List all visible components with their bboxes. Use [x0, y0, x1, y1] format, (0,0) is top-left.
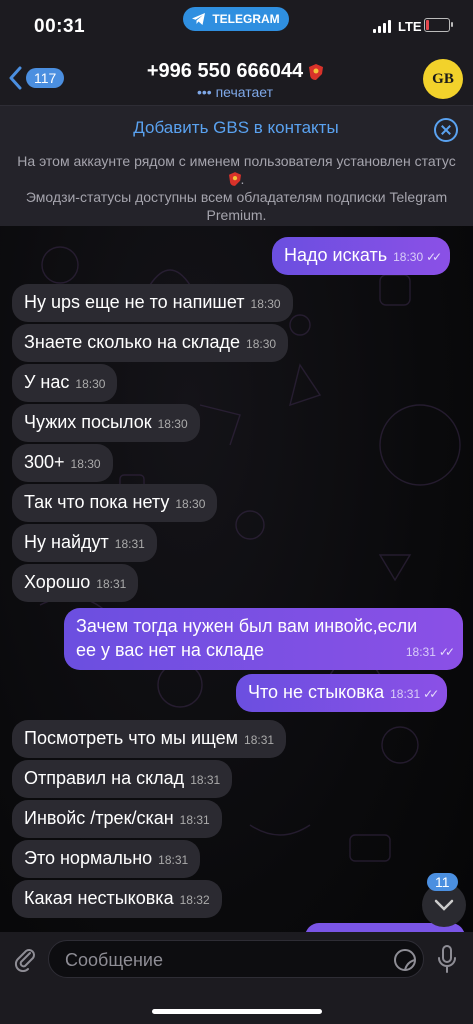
message-text: Отправил на склад	[24, 768, 185, 788]
sticker-icon[interactable]	[393, 948, 417, 972]
top-bar: 00:31 TELEGRAM LTE 117 +996 550 666044 •…	[0, 0, 473, 226]
message-time: 18:31	[405, 645, 436, 659]
message-bubble-incoming[interactable]: Посмотреть что мы ищем 18:31	[12, 720, 287, 758]
message-text: Это нормально	[24, 848, 153, 868]
message-time: 18:30	[75, 377, 106, 391]
message-text: Что не стыковка	[248, 682, 385, 702]
message-text-line2: ее у вас нет на складе	[76, 640, 265, 660]
telegram-pill[interactable]: TELEGRAM	[183, 7, 289, 31]
attach-icon[interactable]	[12, 946, 38, 972]
network-type: LTE	[398, 19, 422, 34]
message-time: 18:31	[244, 733, 275, 747]
message-bubble-incoming[interactable]: У нас 18:30	[12, 364, 118, 402]
message-text: Ну ups еще не то напишет	[24, 292, 245, 312]
message-time: 18:30	[70, 457, 101, 471]
read-checks-icon: ✓✓	[438, 645, 455, 659]
message-bubble-incoming[interactable]: Какая нестыковка 18:32	[12, 880, 222, 918]
chat-title: +996 550 666044	[146, 60, 304, 82]
message-time: 18:31	[158, 853, 189, 867]
typing-label: печатает	[215, 84, 274, 100]
message-text: Чужих посылок	[24, 412, 152, 432]
message-text: У нас	[24, 372, 70, 392]
message-time: 18:32	[179, 893, 210, 907]
avatar[interactable]: GB	[423, 59, 463, 99]
home-indicator	[152, 1009, 322, 1014]
emoji-status-notice: На этом аккаунте рядом с именем пользова…	[10, 152, 463, 224]
message-time: 18:30	[250, 297, 281, 311]
message-text: Хорошо	[24, 572, 91, 592]
message-time: 18:31	[390, 687, 421, 701]
message-input[interactable]: Сообщение	[48, 940, 424, 978]
typing-dots-icon: •••	[196, 84, 212, 100]
battery-icon	[424, 18, 450, 32]
message-text: Посмотреть что мы ищем	[24, 728, 239, 748]
message-bubble-incoming[interactable]: Инвойс /трек/скан 18:31	[12, 800, 222, 838]
message-input-placeholder: Сообщение	[65, 950, 163, 970]
message-text: Ну найдут	[24, 532, 109, 552]
back-button[interactable]: 117	[8, 66, 65, 90]
message-time: 18:31	[179, 813, 210, 827]
message-text: Надо искать	[284, 245, 388, 265]
typing-status: ••• печатает	[120, 84, 350, 100]
emoji-status-icon	[309, 63, 324, 80]
avatar-text: GB	[432, 70, 454, 87]
message-text: Какая нестыковка	[24, 888, 174, 908]
message-time: 18:30	[175, 497, 206, 511]
status-time: 00:31	[34, 16, 86, 37]
message-time: 18:31	[114, 537, 145, 551]
battery-tip	[451, 22, 453, 27]
telegram-plane-icon	[192, 13, 206, 25]
composer-bar: Сообщение	[0, 932, 473, 1024]
unread-count-badge: 11	[427, 873, 458, 891]
status-bar: 00:31 TELEGRAM LTE	[0, 0, 473, 52]
notice-line1: На этом аккаунте рядом с именем пользова…	[17, 153, 456, 169]
notice-line2: Эмодзи-статусы доступны всем обладателям…	[25, 189, 448, 223]
message-time: 18:31	[190, 773, 221, 787]
signal-icon	[373, 20, 391, 33]
telegram-pill-label: TELEGRAM	[212, 12, 280, 26]
message-bubble-incoming[interactable]: Ну ups еще не то напишет 18:30	[12, 284, 293, 322]
message-text-line1: Зачем тогда нужен был вам инвойс,если	[76, 616, 418, 636]
chat-title-area[interactable]: +996 550 666044 ••• печатает	[120, 60, 350, 100]
message-bubble-incoming[interactable]: Это нормально 18:31	[12, 840, 201, 878]
message-bubble-incoming[interactable]: Чужих посылок 18:30	[12, 404, 200, 442]
chevron-left-icon	[9, 66, 22, 90]
message-bubble-incoming[interactable]: Так что пока нету 18:30	[12, 484, 218, 522]
add-contact-banner: Добавить GBS в контакты На этом аккаунте…	[0, 105, 473, 226]
message-text: Инвойс /трек/скан	[24, 808, 174, 828]
message-bubble-incoming[interactable]: Отправил на склад 18:31	[12, 760, 233, 798]
message-text: 300+	[24, 452, 65, 472]
back-unread-badge: 117	[26, 68, 65, 88]
add-contact-link[interactable]: Добавить GBS в контакты	[60, 118, 412, 138]
message-bubble-outgoing[interactable]: Зачем тогда нужен был вам инвойс,если ее…	[64, 608, 463, 670]
emoji-status-icon-inline	[228, 172, 241, 186]
chevron-down-icon	[434, 899, 454, 911]
message-bubble-incoming[interactable]: Знаете сколько на складе 18:30	[12, 324, 289, 362]
message-bubble-incoming[interactable]: Хорошо 18:31	[12, 564, 139, 602]
message-bubble-incoming[interactable]: Ну найдут 18:31	[12, 524, 157, 562]
close-banner-icon[interactable]	[434, 118, 458, 142]
message-bubble-outgoing[interactable]: Что не стыковка 18:31 ✓✓	[236, 674, 448, 712]
message-time: 18:30	[393, 250, 424, 264]
read-checks-icon: ✓✓	[426, 250, 442, 264]
message-time: 18:31	[96, 577, 127, 591]
message-time: 18:30	[246, 337, 277, 351]
message-bubble-incoming[interactable]: 300+ 18:30	[12, 444, 113, 482]
microphone-icon[interactable]	[437, 944, 457, 974]
message-time: 18:30	[157, 417, 188, 431]
read-checks-icon: ✓✓	[423, 687, 439, 701]
battery-level	[426, 20, 429, 30]
message-text: Так что пока нету	[24, 492, 170, 512]
message-bubble-outgoing[interactable]: Надо искать 18:30 ✓✓	[272, 237, 451, 275]
message-text: Знаете сколько на складе	[24, 332, 241, 352]
